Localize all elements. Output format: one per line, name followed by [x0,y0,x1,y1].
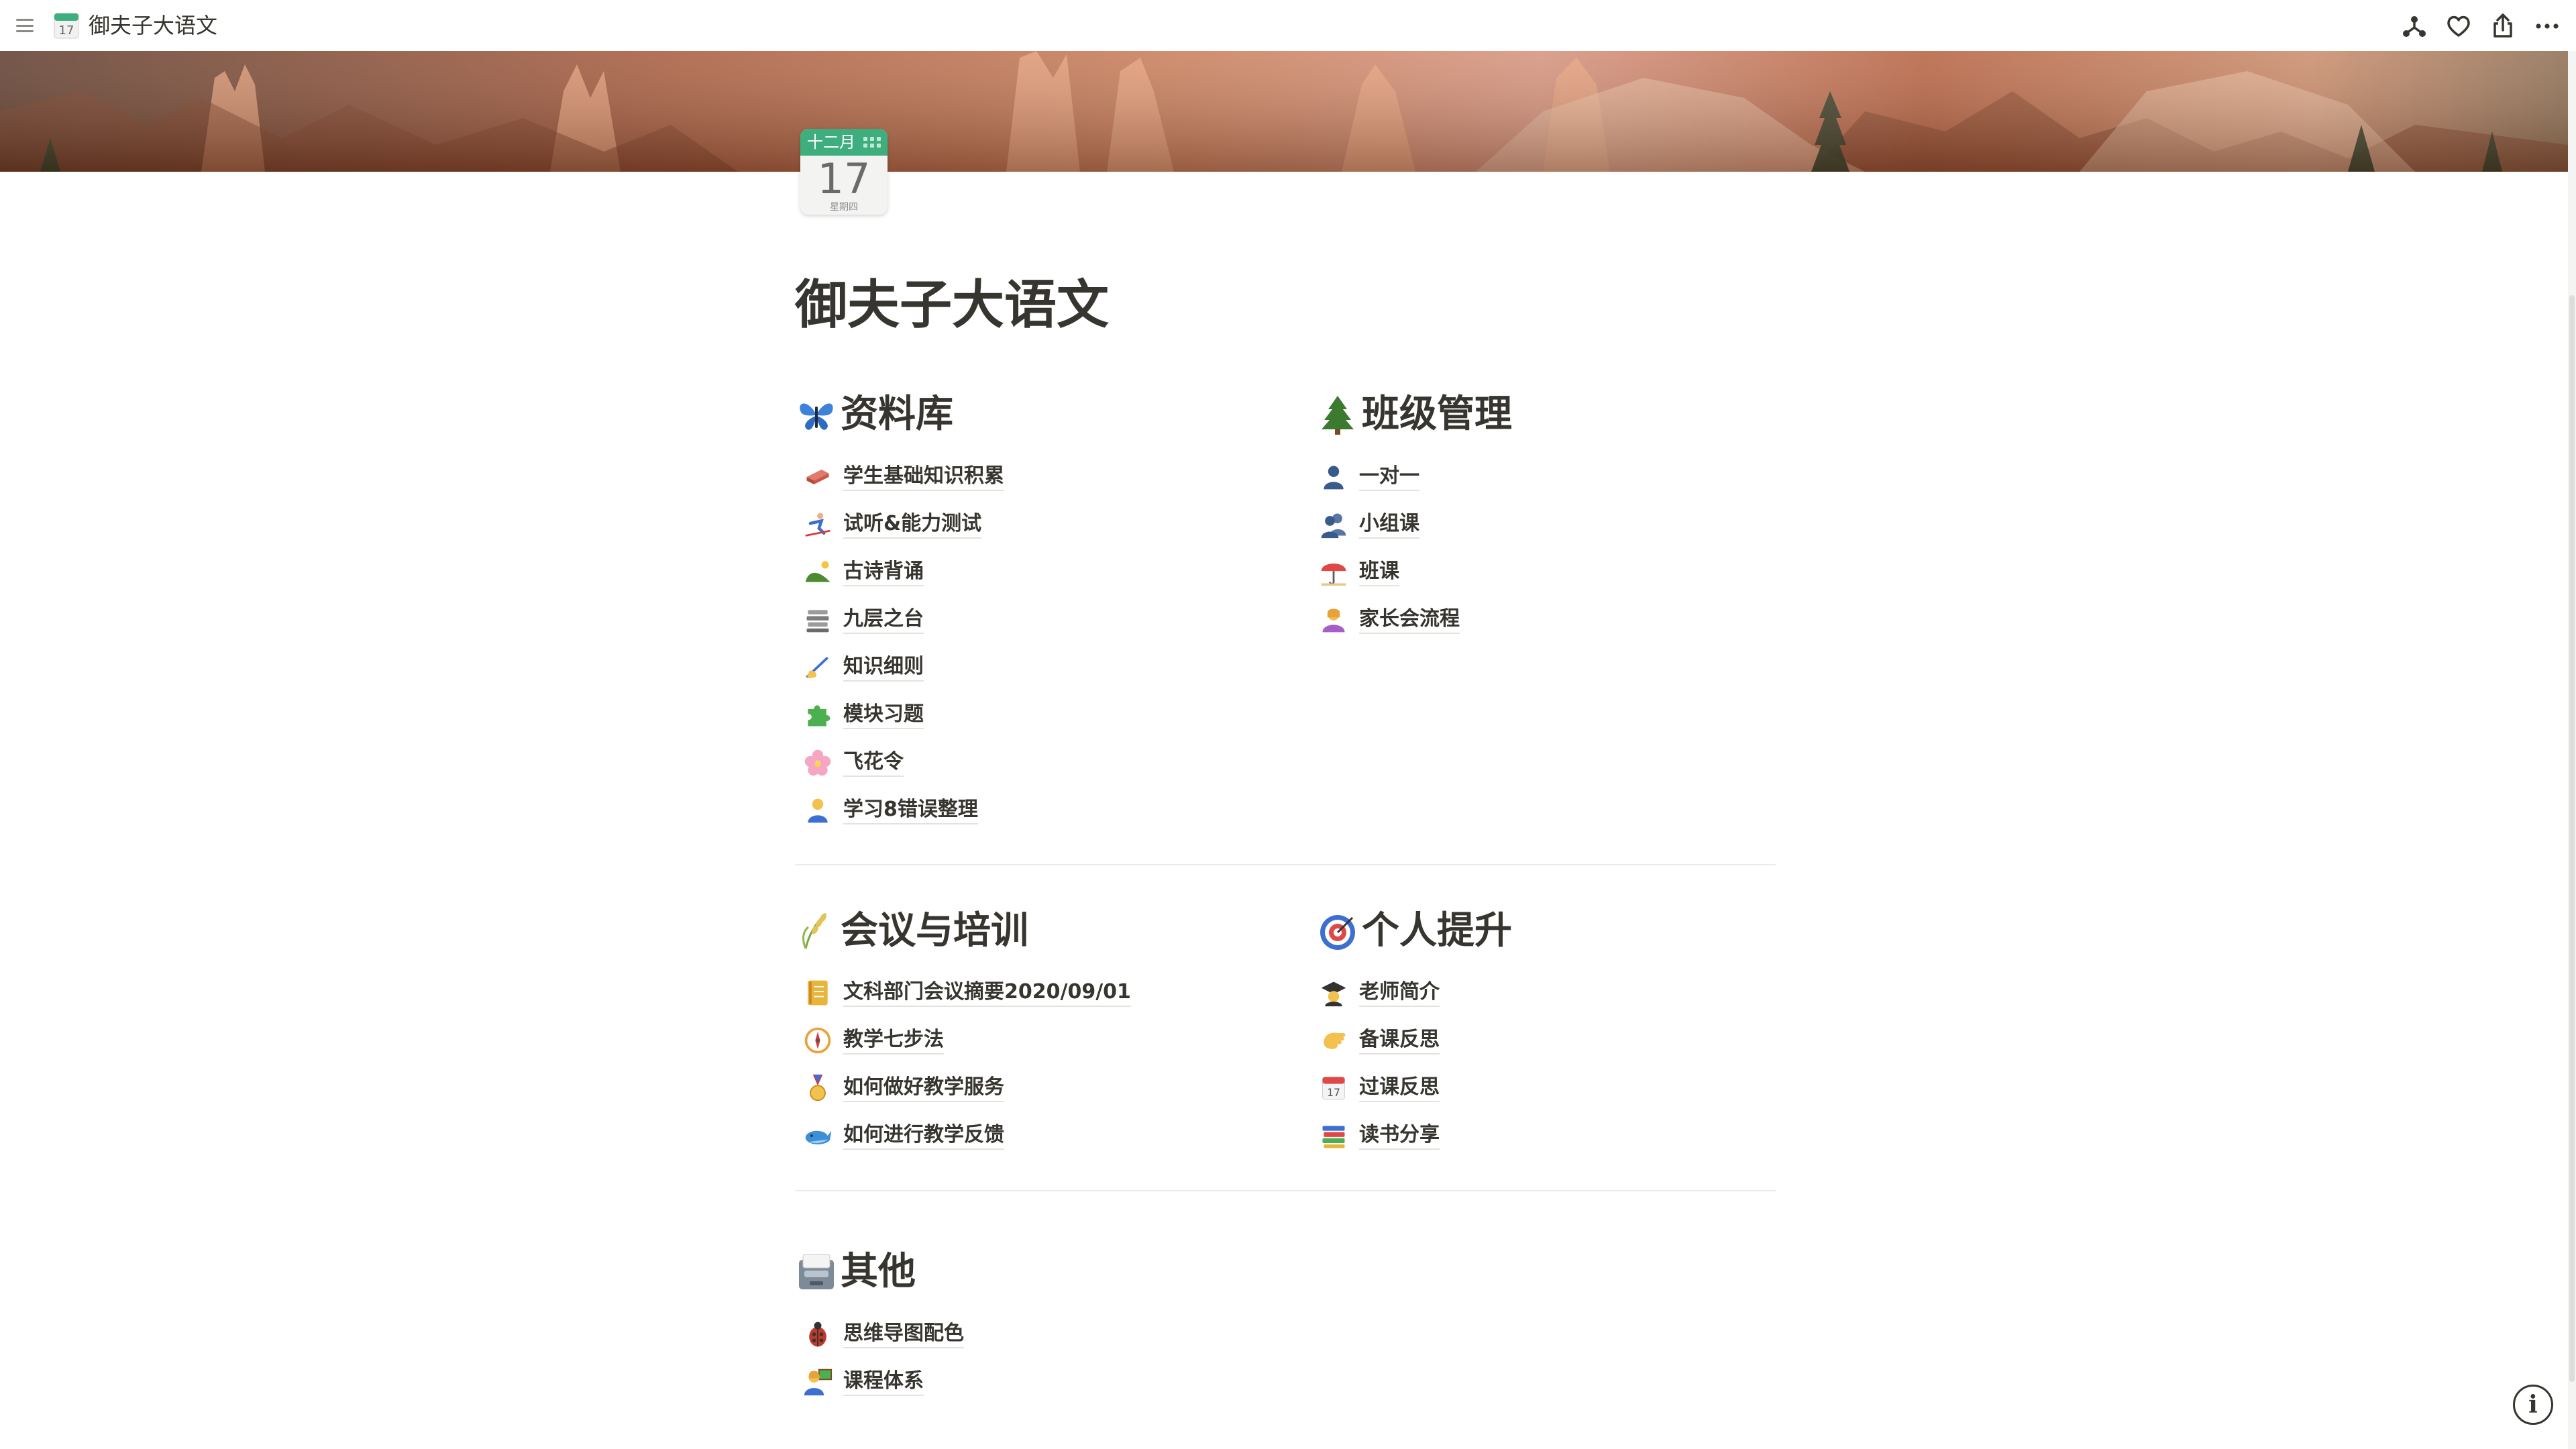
calendar-dots-icon [863,137,881,148]
section-class-title: 班级管理 [1362,392,1512,436]
section-personal-title: 个人提升 [1362,909,1512,953]
personal-list: 老师简介 备课反思 17 过课反思 读书分享 [1318,969,1440,1159]
section-meeting-heading: 会议与培训 [795,904,1028,958]
page-title: 御夫子大语文 [795,275,1110,335]
network-icon[interactable] [2398,9,2431,43]
hill-icon [805,561,830,582]
list-item[interactable]: 一对一 [1318,453,1460,500]
section-personal-heading: 个人提升 [1316,904,1512,958]
page-icon-calendar[interactable]: 十二月 17 星期四 [800,129,888,215]
info-button[interactable]: i [2513,1385,2553,1425]
list-item[interactable]: 课程体系 [802,1358,964,1405]
compass-icon [804,1027,831,1053]
list-item[interactable]: 老师简介 [1318,969,1440,1016]
menu-icon[interactable] [15,16,35,35]
puzzle-icon [808,704,830,726]
list-item[interactable]: 教学七步法 [802,1016,1131,1064]
section-library-heading: 资料库 [795,388,953,441]
section-class-heading: 班级管理 [1316,388,1512,441]
brick-icon [806,469,829,484]
top-actions [2398,9,2564,43]
list-item[interactable]: 九层之台 [802,596,1004,643]
list-item[interactable]: 小组课 [1318,500,1460,548]
calendar-icon: 17 [1322,1076,1345,1099]
skier-icon [805,513,830,537]
rice-icon [802,912,826,949]
svg-text:17: 17 [1327,1086,1340,1098]
beetle-icon [809,1322,826,1346]
teacher-icon [804,1368,833,1395]
section-library-title: 资料库 [841,392,953,436]
person-shrug-icon [1322,608,1345,632]
divider [795,864,1776,865]
calendar-weekday: 星期四 [830,202,858,213]
umbrella-icon [1321,563,1346,586]
list-item[interactable]: 文科部门会议摘要2020/09/01 [802,969,1131,1016]
svg-text:17: 17 [59,23,74,38]
more-icon[interactable] [2530,9,2564,43]
notebook-icon [808,980,828,1005]
hand-icon [1324,1032,1346,1049]
list-item[interactable]: 如何做好教学服务 [802,1064,1131,1112]
list-item[interactable]: 试听&能力测试 [802,500,1004,548]
breadcrumb-title[interactable]: 御夫子大语文 [89,11,217,40]
list-item[interactable]: 学习8错误整理 [802,786,1004,834]
other-list: 思维导图配色 课程体系 [802,1310,964,1405]
library-list: 学生基础知识积累 试听&能力测试 古诗背诵 九层之台 知识细则 模块习题 飞花令… [802,453,1004,834]
section-other-title: 其他 [841,1250,916,1293]
list-item[interactable]: 备课反思 [1318,1016,1440,1064]
blossom-icon [804,749,831,775]
butterfly-icon [800,403,833,430]
class-list: 一对一 小组课 班课 家长会流程 [1318,453,1460,643]
cover-image [0,51,2568,172]
list-item[interactable]: 家长会流程 [1318,596,1460,643]
user-icon [1324,466,1344,489]
meeting-list: 文科部门会议摘要2020/09/01 教学七步法 如何做好教学服务 如何进行教学… [802,969,1131,1159]
list-item[interactable]: 模块习题 [802,691,1004,739]
person-icon [808,798,828,822]
writing-hand-icon [806,656,828,678]
section-meeting-title: 会议与培训 [841,909,1028,953]
whale-icon [805,1130,832,1144]
books-icon [1322,1125,1345,1148]
list-item[interactable]: 知识细则 [802,643,1004,691]
share-icon[interactable] [2486,9,2520,43]
list-item[interactable]: 17 过课反思 [1318,1064,1440,1112]
books-stack-icon [806,609,829,632]
list-item[interactable]: 古诗背诵 [802,548,1004,596]
medal-icon [810,1074,826,1101]
calendar-icon[interactable]: 17 [54,12,79,39]
divider [795,1190,1776,1191]
list-item[interactable]: 飞花令 [802,739,1004,786]
heart-icon[interactable] [2442,9,2475,43]
card-box-icon [799,1254,834,1289]
list-item[interactable]: 如何进行教学反馈 [802,1112,1131,1159]
top-bar: 17 御夫子大语文 [0,0,2576,51]
list-item[interactable]: 读书分享 [1318,1112,1440,1159]
tree-icon [1322,396,1354,435]
calendar-day: 17 [817,154,871,203]
list-item[interactable]: 班课 [1318,548,1460,596]
scrollbar-thumb[interactable] [2569,295,2575,1382]
calendar-month: 十二月 [807,133,855,152]
list-item[interactable]: 思维导图配色 [802,1310,964,1358]
graduation-cap-icon [1321,981,1346,1006]
users-icon [1321,513,1346,538]
section-other-heading: 其他 [795,1245,916,1299]
list-item[interactable]: 学生基础知识积累 [802,453,1004,500]
target-icon [1320,915,1355,950]
